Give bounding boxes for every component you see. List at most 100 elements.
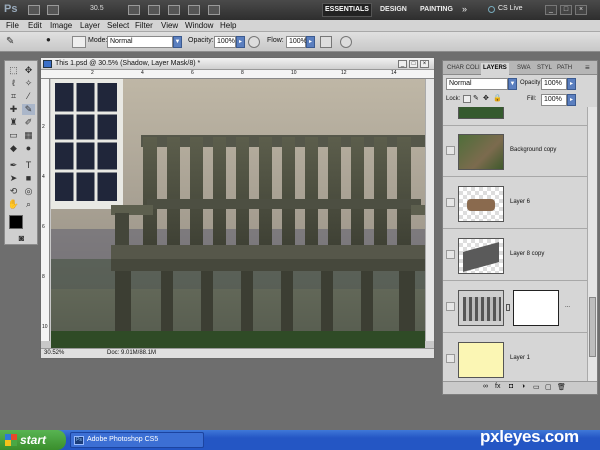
layer-row-layer-6[interactable]: Layer 6 — [443, 178, 587, 229]
brush-tool-selected-icon[interactable]: ✎ — [22, 104, 35, 115]
layer-row-background-copy[interactable]: Background copy — [443, 126, 587, 177]
workspace-painting[interactable]: PAINTING — [420, 6, 453, 13]
fill-slider-icon[interactable]: ▸ — [567, 94, 576, 106]
lasso-tool-icon[interactable]: ℓ — [7, 78, 20, 89]
add-mask-icon[interactable]: ◘ — [509, 383, 513, 390]
layer-opacity-slider-icon[interactable]: ▸ — [567, 78, 576, 90]
flow-slider-icon[interactable]: ▸ — [306, 36, 315, 48]
workspace-essentials[interactable]: ESSENTIALS — [322, 3, 372, 17]
rotate-view-icon[interactable] — [168, 5, 180, 15]
start-button[interactable]: start — [0, 430, 66, 450]
visibility-toggle[interactable] — [446, 146, 455, 155]
layer-row-layer-1[interactable]: Layer 1 — [443, 334, 587, 381]
brush-tool-icon[interactable]: ✎ — [6, 36, 26, 48]
tab-character[interactable]: CHAR COLI — [445, 63, 482, 75]
blur-tool-icon[interactable]: ◆ — [7, 143, 20, 154]
lock-all-icon[interactable]: 🔒 — [493, 95, 502, 103]
eraser-tool-icon[interactable]: ▭ — [7, 130, 20, 141]
clone-stamp-tool-icon[interactable]: ♜ — [7, 117, 20, 128]
path-selection-tool-icon[interactable]: ➤ — [7, 173, 20, 184]
mode-select[interactable]: Normal — [107, 36, 173, 48]
layer-mask-thumbnail[interactable] — [513, 290, 559, 326]
hand-tool-icon[interactable]: ✋ — [7, 199, 20, 210]
minimize-icon[interactable]: _ — [545, 5, 557, 15]
cslive-button[interactable]: CS Live — [498, 5, 523, 12]
doc-minimize-icon[interactable]: _ — [398, 60, 407, 68]
dodge-tool-icon[interactable]: ● — [22, 143, 35, 154]
menu-help[interactable]: Help — [220, 21, 236, 30]
tab-layers[interactable]: LAYERS — [481, 63, 509, 75]
more-workspaces-button[interactable]: » — [462, 4, 467, 14]
panel-menu-icon[interactable]: ≡ — [585, 63, 590, 72]
menu-select[interactable]: Select — [107, 21, 129, 30]
document-canvas[interactable] — [51, 79, 425, 349]
menu-image[interactable]: Image — [50, 21, 72, 30]
quick-select-tool-icon[interactable]: ✧ — [22, 78, 35, 89]
link-layers-icon[interactable]: ∞ — [483, 383, 488, 390]
type-tool-icon[interactable]: T — [22, 160, 35, 171]
doc-close-icon[interactable]: × — [420, 60, 429, 68]
adjustment-layer-icon[interactable]: ◑ — [521, 383, 525, 390]
arrange-documents-icon[interactable] — [188, 5, 200, 15]
taskbar-photoshop-button[interactable]: Ps Adobe Photoshop CS5 — [70, 432, 204, 448]
move-tool-icon[interactable]: ✥ — [22, 65, 35, 76]
menu-edit[interactable]: Edit — [28, 21, 42, 30]
layer-row-partial[interactable] — [443, 107, 587, 126]
lock-position-icon[interactable]: ✥ — [483, 95, 491, 103]
opacity-slider-icon[interactable]: ▸ — [236, 36, 245, 48]
zoom-percentage-field[interactable]: 30.52% — [44, 349, 64, 358]
tab-styles[interactable]: STYL — [535, 63, 554, 75]
screen-mode-icon[interactable] — [208, 5, 220, 15]
menu-view[interactable]: View — [161, 21, 178, 30]
opacity-input[interactable]: 100% — [214, 36, 236, 48]
fill-input[interactable]: 100% — [541, 94, 567, 106]
layer-style-icon[interactable]: fx — [495, 383, 500, 390]
menu-filter[interactable]: Filter — [135, 21, 153, 30]
3d-orbit-tool-icon[interactable]: ◎ — [22, 186, 35, 197]
marquee-tool-icon[interactable]: ⬚ — [7, 65, 20, 76]
layer-opacity-input[interactable]: 100% — [541, 78, 567, 90]
new-layer-icon[interactable]: ▢ — [545, 383, 552, 391]
pressure-opacity-icon[interactable] — [248, 36, 260, 48]
eyedropper-tool-icon[interactable]: ⁄ — [22, 91, 35, 102]
healing-tool-icon[interactable]: ✚ — [7, 104, 20, 115]
quick-mask-icon[interactable]: ◙ — [15, 233, 28, 244]
menu-layer[interactable]: Layer — [80, 21, 100, 30]
lock-pixels-icon[interactable]: ✎ — [473, 95, 481, 103]
blend-mode-select[interactable]: Normal — [446, 78, 508, 90]
bridge-icon[interactable] — [28, 5, 40, 15]
menu-file[interactable]: File — [6, 21, 19, 30]
foreground-color-swatch[interactable] — [9, 215, 23, 229]
pen-tool-icon[interactable]: ✒ — [7, 160, 20, 171]
maximize-icon[interactable]: □ — [560, 5, 572, 15]
doc-maximize-icon[interactable]: □ — [409, 60, 418, 68]
zoom-tool-icon[interactable]: ⌕ — [22, 199, 35, 210]
hand-icon[interactable] — [128, 5, 140, 15]
visibility-toggle[interactable] — [446, 198, 455, 207]
zoom-icon[interactable] — [148, 5, 160, 15]
tab-paths[interactable]: PATH — [555, 63, 574, 75]
layer-row-layer-8-copy[interactable]: Layer 8 copy — [443, 230, 587, 281]
pressure-size-icon[interactable] — [340, 36, 352, 48]
layer-options-icon[interactable]: ... — [565, 303, 570, 309]
document-size-info[interactable]: Doc: 9.01M/88.1M — [107, 349, 156, 358]
mask-link-icon[interactable] — [506, 304, 510, 311]
new-group-icon[interactable]: ▭ — [533, 383, 540, 391]
flow-input[interactable]: 100% — [286, 36, 307, 48]
visibility-toggle[interactable] — [446, 250, 455, 259]
layers-scrollbar[interactable] — [587, 107, 597, 381]
visibility-toggle[interactable] — [446, 302, 455, 311]
airbrush-icon[interactable] — [320, 36, 332, 48]
tab-swatches[interactable]: SWA — [515, 63, 532, 75]
gradient-tool-icon[interactable]: ▦ — [22, 130, 35, 141]
trash-icon[interactable]: 🗑 — [557, 383, 566, 391]
crop-tool-icon[interactable]: ⌗ — [7, 91, 20, 102]
mode-dropdown-icon[interactable]: ▼ — [173, 36, 182, 48]
zoom-level[interactable]: 30.5 — [90, 5, 120, 12]
history-brush-tool-icon[interactable]: ✐ — [22, 117, 35, 128]
brush-preset-icon[interactable]: ● — [46, 35, 66, 48]
brush-panel-icon[interactable] — [72, 36, 86, 48]
vertical-scrollbar[interactable] — [425, 79, 434, 341]
workspace-design[interactable]: DESIGN — [380, 6, 407, 13]
lock-transparency-icon[interactable] — [463, 95, 471, 103]
